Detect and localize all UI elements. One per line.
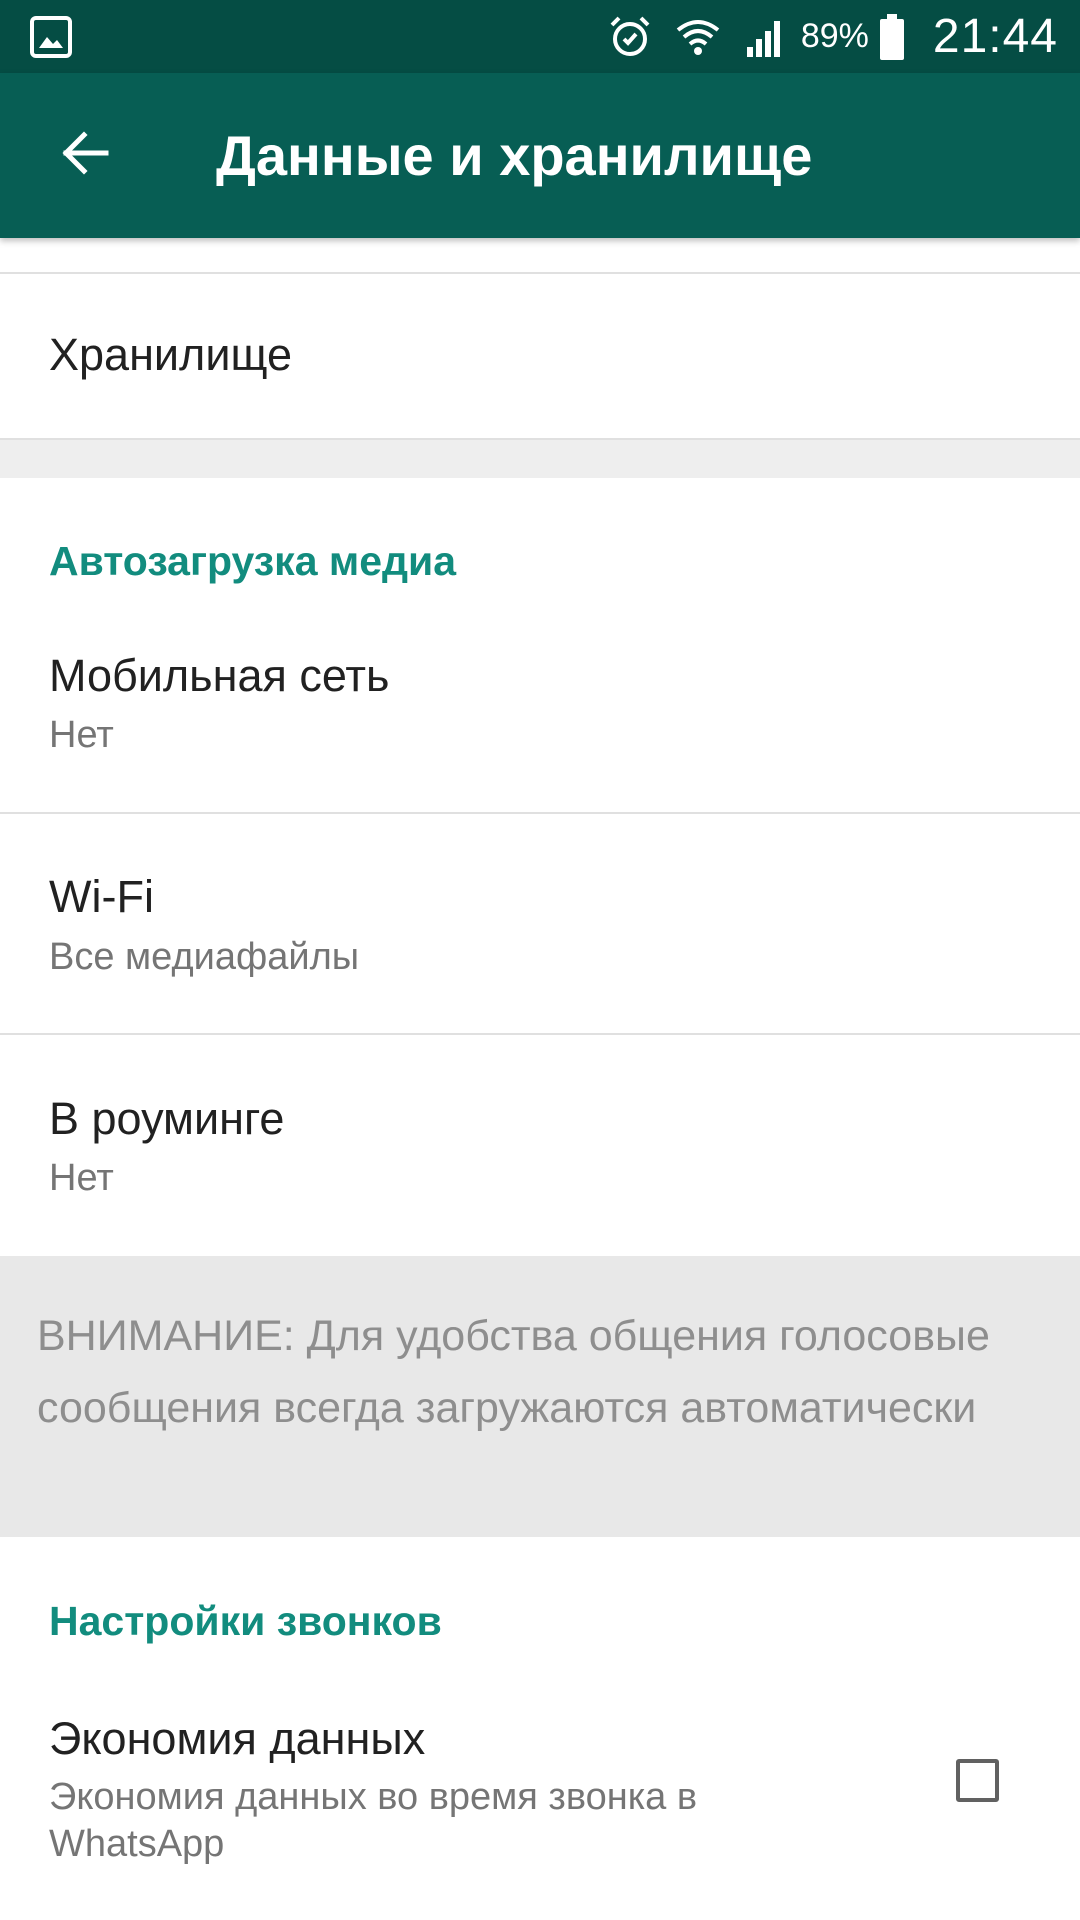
- section-header-auto-download: Автозагрузка медиа: [49, 538, 457, 584]
- signal-icon: [743, 15, 787, 59]
- item-label: Мобильная сеть: [49, 650, 390, 701]
- item-value: Все медиафайлы: [49, 936, 360, 978]
- item-label: В роуминге: [49, 1093, 285, 1144]
- storage-label: Хранилище: [49, 329, 292, 380]
- back-button[interactable]: [52, 123, 116, 187]
- arrow-back-icon: [58, 127, 110, 184]
- list-item-data-saver[interactable]: Экономия данных Экономия данных во время…: [0, 1688, 1080, 1920]
- status-icons: 89% 21:44: [585, 0, 1058, 73]
- battery-percent: 89%: [800, 17, 869, 55]
- list-item-wifi[interactable]: Wi-Fi Все медиафайлы: [0, 814, 1080, 1032]
- list-item-roaming[interactable]: В роуминге Нет: [0, 1035, 1080, 1256]
- section-header-call-settings: Настройки звонков: [49, 1598, 442, 1644]
- storage-item[interactable]: Хранилище: [0, 274, 1080, 438]
- alarm-icon: [607, 14, 653, 60]
- gallery-icon: [29, 15, 73, 64]
- data-saver-checkbox[interactable]: [956, 1759, 999, 1802]
- clock: 21:44: [932, 10, 1058, 63]
- item-description: Экономия данных во время звонка в WhatsA…: [49, 1776, 698, 1865]
- list-item-mobile-network[interactable]: Мобильная сеть Нет: [0, 620, 1080, 812]
- wifi-icon: [675, 14, 721, 60]
- status-bar: 89% 21:44: [0, 0, 1080, 73]
- app-bar: Данные и хранилище: [0, 73, 1080, 238]
- item-label: Wi-Fi: [49, 871, 154, 922]
- item-value: Нет: [49, 714, 114, 756]
- battery-icon: [879, 13, 905, 61]
- notice-text: ВНИМАНИЕ: Для удобства общения голосовые…: [37, 1312, 990, 1432]
- item-value: Нет: [49, 1157, 114, 1199]
- item-label: Экономия данных: [49, 1713, 426, 1764]
- section-gap: [0, 440, 1080, 478]
- page-title: Данные и хранилище: [216, 124, 813, 187]
- voice-messages-notice: ВНИМАНИЕ: Для удобства общения голосовые…: [0, 1256, 1080, 1537]
